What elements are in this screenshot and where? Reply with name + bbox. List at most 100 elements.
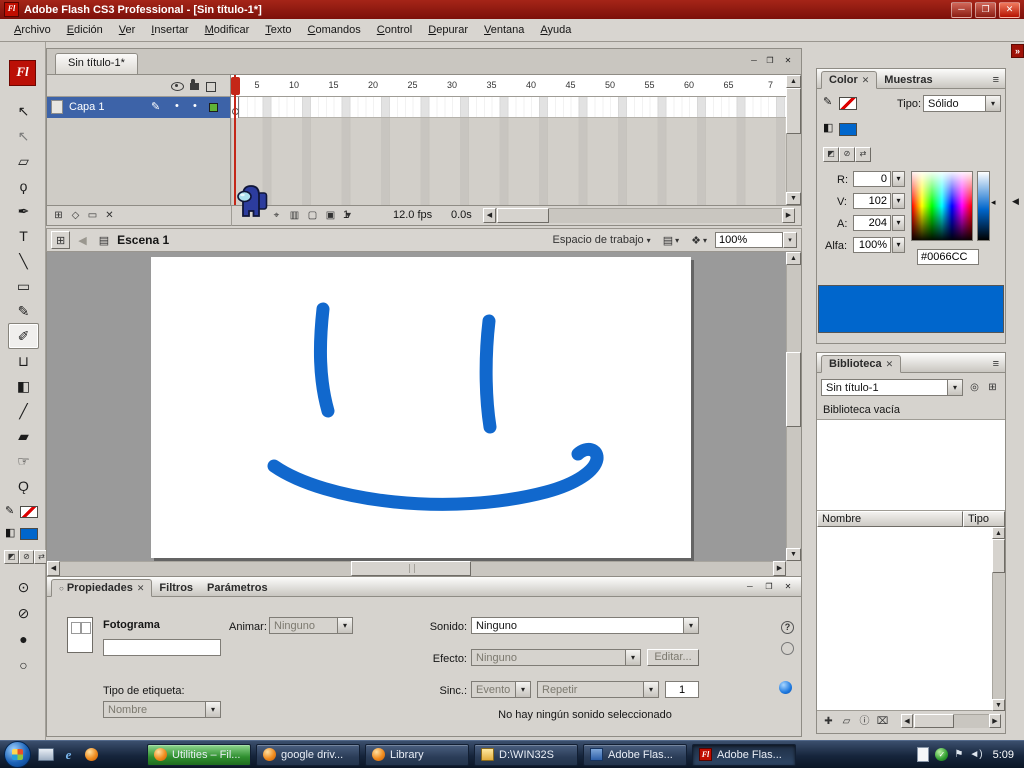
brush-size-option[interactable]: ●	[8, 626, 39, 652]
default-colors-button[interactable]: ◩	[823, 147, 839, 162]
selection-tool[interactable]: ↖	[8, 98, 39, 124]
internet-explorer-icon[interactable]: e	[60, 746, 77, 763]
tab-color[interactable]: Color ✕	[821, 71, 878, 89]
scroll-up-icon[interactable]: ▲	[786, 75, 801, 88]
frame-label-input[interactable]	[103, 639, 221, 656]
pen-tool[interactable]: ✒	[8, 198, 39, 224]
fill-color-swatch[interactable]	[20, 528, 38, 540]
start-button[interactable]	[4, 741, 31, 768]
playhead-head[interactable]	[231, 77, 240, 95]
back-arrow-icon[interactable]: ◀	[74, 231, 90, 249]
repetir-count-input[interactable]	[665, 681, 699, 698]
scroll-down-icon[interactable]: ▼	[786, 548, 801, 561]
onion-skin-button[interactable]: ▥	[287, 208, 302, 223]
minimize-button[interactable]: ─	[951, 1, 972, 18]
timeline-restore-icon[interactable]: ❐	[763, 55, 777, 68]
layer-lock-dot-icon[interactable]: •	[193, 100, 197, 112]
r-stepper-icon[interactable]: ▾	[892, 171, 905, 187]
brush-mode-option[interactable]: ⊙	[8, 574, 39, 600]
repetir-select[interactable]: Repetir ▾	[537, 681, 659, 698]
library-document-select[interactable]: Sin título-1 ▾	[821, 379, 963, 396]
tab-close-icon[interactable]: ✕	[862, 75, 870, 85]
timeline-minimize-icon[interactable]: ─	[747, 55, 761, 68]
timeline-hscrollbar[interactable]: ◀ ▶	[483, 208, 795, 223]
menu-edicion[interactable]: Edición	[59, 21, 111, 39]
scroll-thumb[interactable]	[786, 88, 801, 134]
menu-texto[interactable]: Texto	[257, 21, 299, 39]
sonido-select[interactable]: Ninguno ▾	[471, 617, 699, 634]
brightness-marker-icon[interactable]: ◂	[991, 197, 996, 208]
tray-document-icon[interactable]	[917, 747, 930, 762]
taskbar-button-google-drive[interactable]: google driv...	[256, 743, 360, 766]
b-stepper-icon[interactable]: ▾	[892, 215, 905, 231]
scroll-right-icon[interactable]: ▶	[989, 714, 1001, 728]
brush-shape-option[interactable]: ○	[8, 652, 39, 678]
stroke-color-swatch[interactable]	[839, 97, 857, 110]
color-panel-menu-icon[interactable]: ≡	[993, 74, 1005, 88]
stage-vscrollbar[interactable]: ▲ ▼	[786, 252, 801, 561]
taskbar-button-adobe-flash-1[interactable]: Adobe Flas...	[583, 743, 687, 766]
layer-folder-button[interactable]: ▭	[85, 208, 100, 223]
hex-input[interactable]	[917, 249, 979, 265]
menu-control[interactable]: Control	[369, 21, 420, 39]
insert-layer-button[interactable]: ⊞	[51, 208, 66, 223]
tab-biblioteca[interactable]: Biblioteca ✕	[821, 355, 902, 373]
delete-item-button[interactable]: ⌧	[875, 714, 890, 729]
tipo-select[interactable]: Sólido ▾	[923, 95, 1001, 112]
tab-parametros[interactable]: Parámetros	[200, 580, 275, 596]
pencil-tool[interactable]: ✎	[8, 298, 39, 324]
column-tipo[interactable]: Tipo	[963, 511, 1005, 527]
timeline-ruler[interactable]: 5 10 15 20 25 30 35 40 45 50 55 60 65 7	[231, 75, 786, 97]
panel-minimize-icon[interactable]: ─	[743, 581, 757, 594]
layer-row-capa1[interactable]: Capa 1 ✎ • •	[47, 97, 230, 118]
eraser-tool[interactable]: ▰	[8, 423, 39, 449]
scene-name[interactable]: Escena 1	[117, 233, 169, 247]
panel-option-icon[interactable]	[781, 642, 794, 655]
timeline-vscrollbar[interactable]: ▲ ▼	[786, 75, 801, 205]
delete-layer-button[interactable]: ✕	[102, 208, 117, 223]
tipo-etiqueta-select[interactable]: Nombre ▾	[103, 701, 221, 718]
library-vscrollbar[interactable]: ▲ ▼	[992, 527, 1005, 711]
frame-rate-value[interactable]: 12.0 fps	[393, 209, 432, 221]
outline-all-icon[interactable]	[206, 82, 216, 92]
stage-hscrollbar[interactable]: ◀ ▶	[47, 561, 786, 576]
new-symbol-button[interactable]: ✚	[821, 714, 836, 729]
color-spectrum-picker[interactable]	[911, 171, 973, 241]
taskbar-button-win32s[interactable]: D:\WIN32S	[474, 743, 578, 766]
tray-flag-icon[interactable]: ⚑	[954, 749, 963, 760]
free-transform-tool[interactable]: ▱	[8, 148, 39, 174]
menu-archivo[interactable]: Archivo	[6, 21, 59, 39]
library-panel-menu-icon[interactable]: ≡	[993, 358, 1005, 372]
tab-close-icon[interactable]: ✕	[137, 583, 145, 593]
tray-volume-icon[interactable]: ◄)	[969, 749, 982, 760]
tab-propiedades[interactable]: ○ Propiedades ✕	[51, 579, 153, 597]
item-properties-button[interactable]: ⓘ	[857, 714, 872, 729]
maximize-button[interactable]: ❐	[975, 1, 996, 18]
scroll-left-icon[interactable]: ◀	[483, 208, 496, 223]
g-input[interactable]	[853, 193, 891, 209]
center-frame-button[interactable]: ⌖	[269, 208, 284, 223]
scroll-up-icon[interactable]: ▲	[992, 527, 1005, 539]
onion-skin-outlines-button[interactable]: ▢	[305, 208, 320, 223]
edit-symbols-button[interactable]: ❖ ▾	[687, 231, 711, 249]
rectangle-tool[interactable]: ▭	[8, 273, 39, 299]
stroke-color-swatch[interactable]	[20, 506, 38, 518]
tray-security-icon[interactable]: ✓	[935, 748, 949, 761]
new-folder-button[interactable]: ▱	[839, 714, 854, 729]
layer1-frame-row[interactable]	[231, 97, 786, 118]
workspace-button[interactable]: Espacio de trabajo ▾	[549, 231, 655, 249]
show-hide-all-icon[interactable]	[171, 82, 184, 91]
zoom-dropdown-icon[interactable]: ▾	[783, 232, 797, 248]
taskbar-button-library[interactable]: Library	[365, 743, 469, 766]
brush-tool[interactable]: ✐	[8, 323, 39, 349]
scroll-thumb[interactable]	[992, 539, 1005, 573]
tab-muestras[interactable]: Muestras	[877, 72, 939, 88]
subselection-tool[interactable]: ↖	[8, 123, 39, 149]
clip-pan-icon[interactable]: ⊞	[51, 231, 71, 249]
b-input[interactable]	[853, 215, 891, 231]
swap-colors-button[interactable]: ⇄	[855, 147, 871, 162]
r-input[interactable]	[853, 171, 891, 187]
paint-bucket-tool[interactable]: ◧	[8, 373, 39, 399]
scroll-thumb[interactable]	[786, 352, 801, 427]
title-bar[interactable]: Fl Adobe Flash CS3 Professional - [Sin t…	[0, 0, 1024, 19]
